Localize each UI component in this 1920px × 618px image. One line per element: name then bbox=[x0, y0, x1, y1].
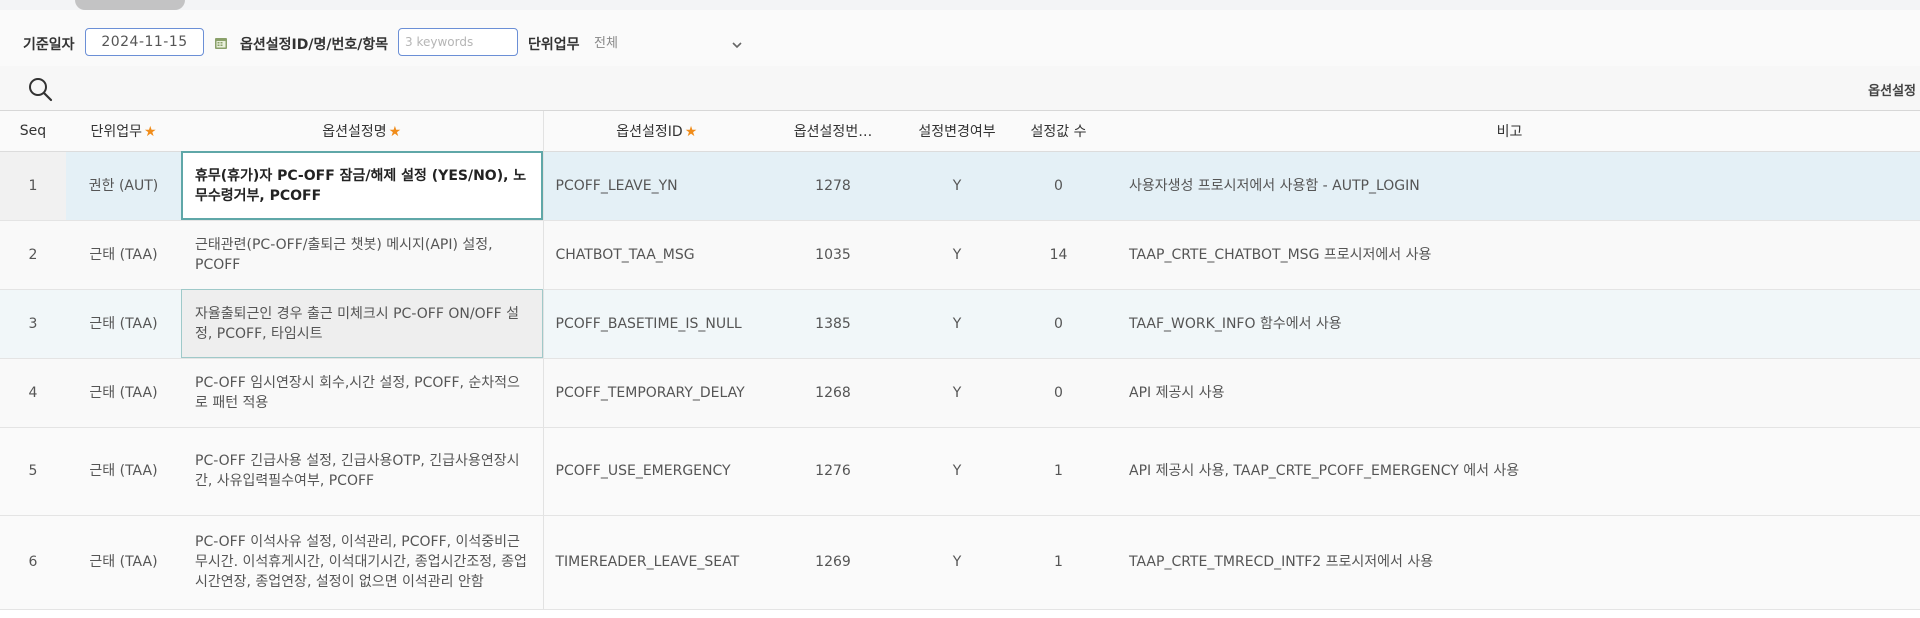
cell-changed[interactable]: Y bbox=[896, 289, 1018, 359]
cell-note[interactable]: API 제공시 사용 bbox=[1099, 358, 1920, 428]
cell-count[interactable]: 0 bbox=[1018, 151, 1099, 221]
cell-changed[interactable]: Y bbox=[896, 151, 1018, 221]
cell-name[interactable]: PC-OFF 이석사유 설정, 이석관리, PCOFF, 이석중비근무시간. 이… bbox=[181, 515, 543, 610]
cell-unit[interactable]: 근태 (TAA) bbox=[66, 427, 181, 516]
cell-note[interactable]: API 제공시 사용, TAAP_CRTE_PCOFF_EMERGENCY 에서… bbox=[1099, 427, 1920, 516]
option-table: Seq 단위업무 ★ 옵션설정명 ★ 옵션설정ID ★ 옵션설정번… 설정변경여부 설… bbox=[0, 111, 1920, 610]
cell-changed[interactable]: Y bbox=[896, 220, 1018, 290]
cell-count[interactable]: 0 bbox=[1018, 358, 1099, 428]
required-star: ★ bbox=[388, 123, 402, 140]
search-icon[interactable] bbox=[27, 76, 53, 106]
header-changed[interactable]: 설정변경여부 bbox=[896, 111, 1018, 152]
header-id[interactable]: 옵션설정ID ★ bbox=[542, 111, 770, 152]
header-count[interactable]: 설정값 수 bbox=[1018, 111, 1099, 152]
cell-id[interactable]: PCOFF_BASETIME_IS_NULL bbox=[542, 289, 770, 359]
table-row[interactable]: 6 근태 (TAA) PC-OFF 이석사유 설정, 이석관리, PCOFF, … bbox=[0, 515, 1920, 610]
unit-select-value: 전체 bbox=[594, 36, 618, 51]
cell-changed[interactable]: Y bbox=[896, 515, 1018, 610]
table-row[interactable]: 2 근태 (TAA) 근태관련(PC-OFF/출퇴근 챗봇) 메시지(API) … bbox=[0, 220, 1920, 290]
header-note[interactable]: 비고 bbox=[1099, 111, 1920, 152]
cell-note[interactable]: TAAP_CRTE_CHATBOT_MSG 프로시저에서 사용 bbox=[1099, 220, 1920, 290]
cell-name[interactable]: 휴무(휴가)자 PC-OFF 잠금/해제 설정 (YES/NO), 노무수령거부… bbox=[181, 151, 543, 221]
calendar-icon[interactable] bbox=[214, 35, 228, 49]
unit-select[interactable]: 전체 bbox=[588, 30, 756, 58]
cell-unit[interactable]: 근태 (TAA) bbox=[66, 358, 181, 428]
cell-id[interactable]: TIMEREADER_LEAVE_SEAT bbox=[542, 515, 770, 610]
cell-unit[interactable]: 근태 (TAA) bbox=[66, 289, 181, 359]
unit-label: 단위업무 bbox=[528, 37, 580, 53]
option-setting-title: 옵션설정 bbox=[1868, 84, 1916, 99]
cell-id[interactable]: CHATBOT_TAA_MSG bbox=[542, 220, 770, 290]
top-decoration bbox=[75, 0, 185, 10]
cell-name[interactable]: 근태관련(PC-OFF/출퇴근 챗봇) 메시지(API) 설정, PCOFF bbox=[181, 220, 543, 290]
cell-count[interactable]: 1 bbox=[1018, 515, 1099, 610]
required-star: ★ bbox=[143, 123, 157, 140]
cell-seq: 3 bbox=[0, 289, 66, 359]
header-unit[interactable]: 단위업무 ★ bbox=[66, 111, 181, 152]
cell-id[interactable]: PCOFF_USE_EMERGENCY bbox=[542, 427, 770, 516]
option-search-label: 옵션설정ID/명/번호/항목 bbox=[240, 37, 389, 53]
cell-no[interactable]: 1385 bbox=[770, 289, 896, 359]
cell-seq: 4 bbox=[0, 358, 66, 428]
cell-unit[interactable]: 근태 (TAA) bbox=[66, 220, 181, 290]
base-date-input[interactable]: 2024-11-15 bbox=[85, 28, 204, 56]
cell-name[interactable]: PC-OFF 임시연장시 회수,시간 설정, PCOFF, 순차적으로 패턴 적… bbox=[181, 358, 543, 428]
cell-unit[interactable]: 근태 (TAA) bbox=[66, 515, 181, 610]
cell-id[interactable]: PCOFF_TEMPORARY_DELAY bbox=[542, 358, 770, 428]
cell-note[interactable]: 사용자생성 프로시저에서 사용함 - AUTP_LOGIN bbox=[1099, 151, 1920, 221]
table-row[interactable]: 4 근태 (TAA) PC-OFF 임시연장시 회수,시간 설정, PCOFF,… bbox=[0, 358, 1920, 428]
table-row[interactable]: 3 근태 (TAA) 자율출퇴근인 경우 출근 미체크시 PC-OFF ON/O… bbox=[0, 289, 1920, 359]
header-seq[interactable]: Seq bbox=[0, 111, 66, 152]
cell-no[interactable]: 1276 bbox=[770, 427, 896, 516]
cell-id[interactable]: PCOFF_LEAVE_YN bbox=[542, 151, 770, 221]
cell-no[interactable]: 1269 bbox=[770, 515, 896, 610]
cell-count[interactable]: 0 bbox=[1018, 289, 1099, 359]
table-header-row: Seq 단위업무 ★ 옵션설정명 ★ 옵션설정ID ★ 옵션설정번… 설정변경여부 설… bbox=[0, 111, 1920, 152]
table-row[interactable]: 1 권한 (AUT) 휴무(휴가)자 PC-OFF 잠금/해제 설정 (YES/… bbox=[0, 151, 1920, 221]
base-date-label: 기준일자 bbox=[23, 37, 75, 53]
cell-note[interactable]: TAAP_CRTE_TMRECD_INTF2 프로시저에서 사용 bbox=[1099, 515, 1920, 610]
cell-name[interactable]: PC-OFF 긴급사용 설정, 긴급사용OTP, 긴급사용연장시간, 사유입력필… bbox=[181, 427, 543, 516]
table-row[interactable]: 5 근태 (TAA) PC-OFF 긴급사용 설정, 긴급사용OTP, 긴급사용… bbox=[0, 427, 1920, 516]
cell-no[interactable]: 1035 bbox=[770, 220, 896, 290]
cell-note[interactable]: TAAF_WORK_INFO 함수에서 사용 bbox=[1099, 289, 1920, 359]
keyword-search-input[interactable] bbox=[398, 28, 518, 56]
cell-unit[interactable]: 권한 (AUT) bbox=[66, 151, 181, 221]
cell-seq: 2 bbox=[0, 220, 66, 290]
chevron-down-icon bbox=[730, 35, 744, 63]
toolbar bbox=[0, 66, 1920, 110]
filter-bar: 기준일자 2024-11-15 옵션설정ID/명/번호/항목 단위업무 전체 bbox=[0, 10, 1920, 66]
cell-seq: 6 bbox=[0, 515, 66, 610]
cell-no[interactable]: 1278 bbox=[770, 151, 896, 221]
cell-name[interactable]: 자율출퇴근인 경우 출근 미체크시 PC-OFF ON/OFF 설정, PCOF… bbox=[181, 289, 543, 359]
cell-seq: 5 bbox=[0, 427, 66, 516]
header-no[interactable]: 옵션설정번… bbox=[770, 111, 896, 152]
header-name[interactable]: 옵션설정명 ★ bbox=[181, 111, 543, 152]
cell-count[interactable]: 14 bbox=[1018, 220, 1099, 290]
cell-changed[interactable]: Y bbox=[896, 427, 1018, 516]
cell-no[interactable]: 1268 bbox=[770, 358, 896, 428]
cell-seq: 1 bbox=[0, 151, 66, 221]
option-grid: Seq 단위업무 ★ 옵션설정명 ★ 옵션설정ID ★ 옵션설정번… 설정변경여부 설… bbox=[0, 110, 1920, 618]
required-star: ★ bbox=[684, 123, 698, 140]
cell-changed[interactable]: Y bbox=[896, 358, 1018, 428]
cell-count[interactable]: 1 bbox=[1018, 427, 1099, 516]
